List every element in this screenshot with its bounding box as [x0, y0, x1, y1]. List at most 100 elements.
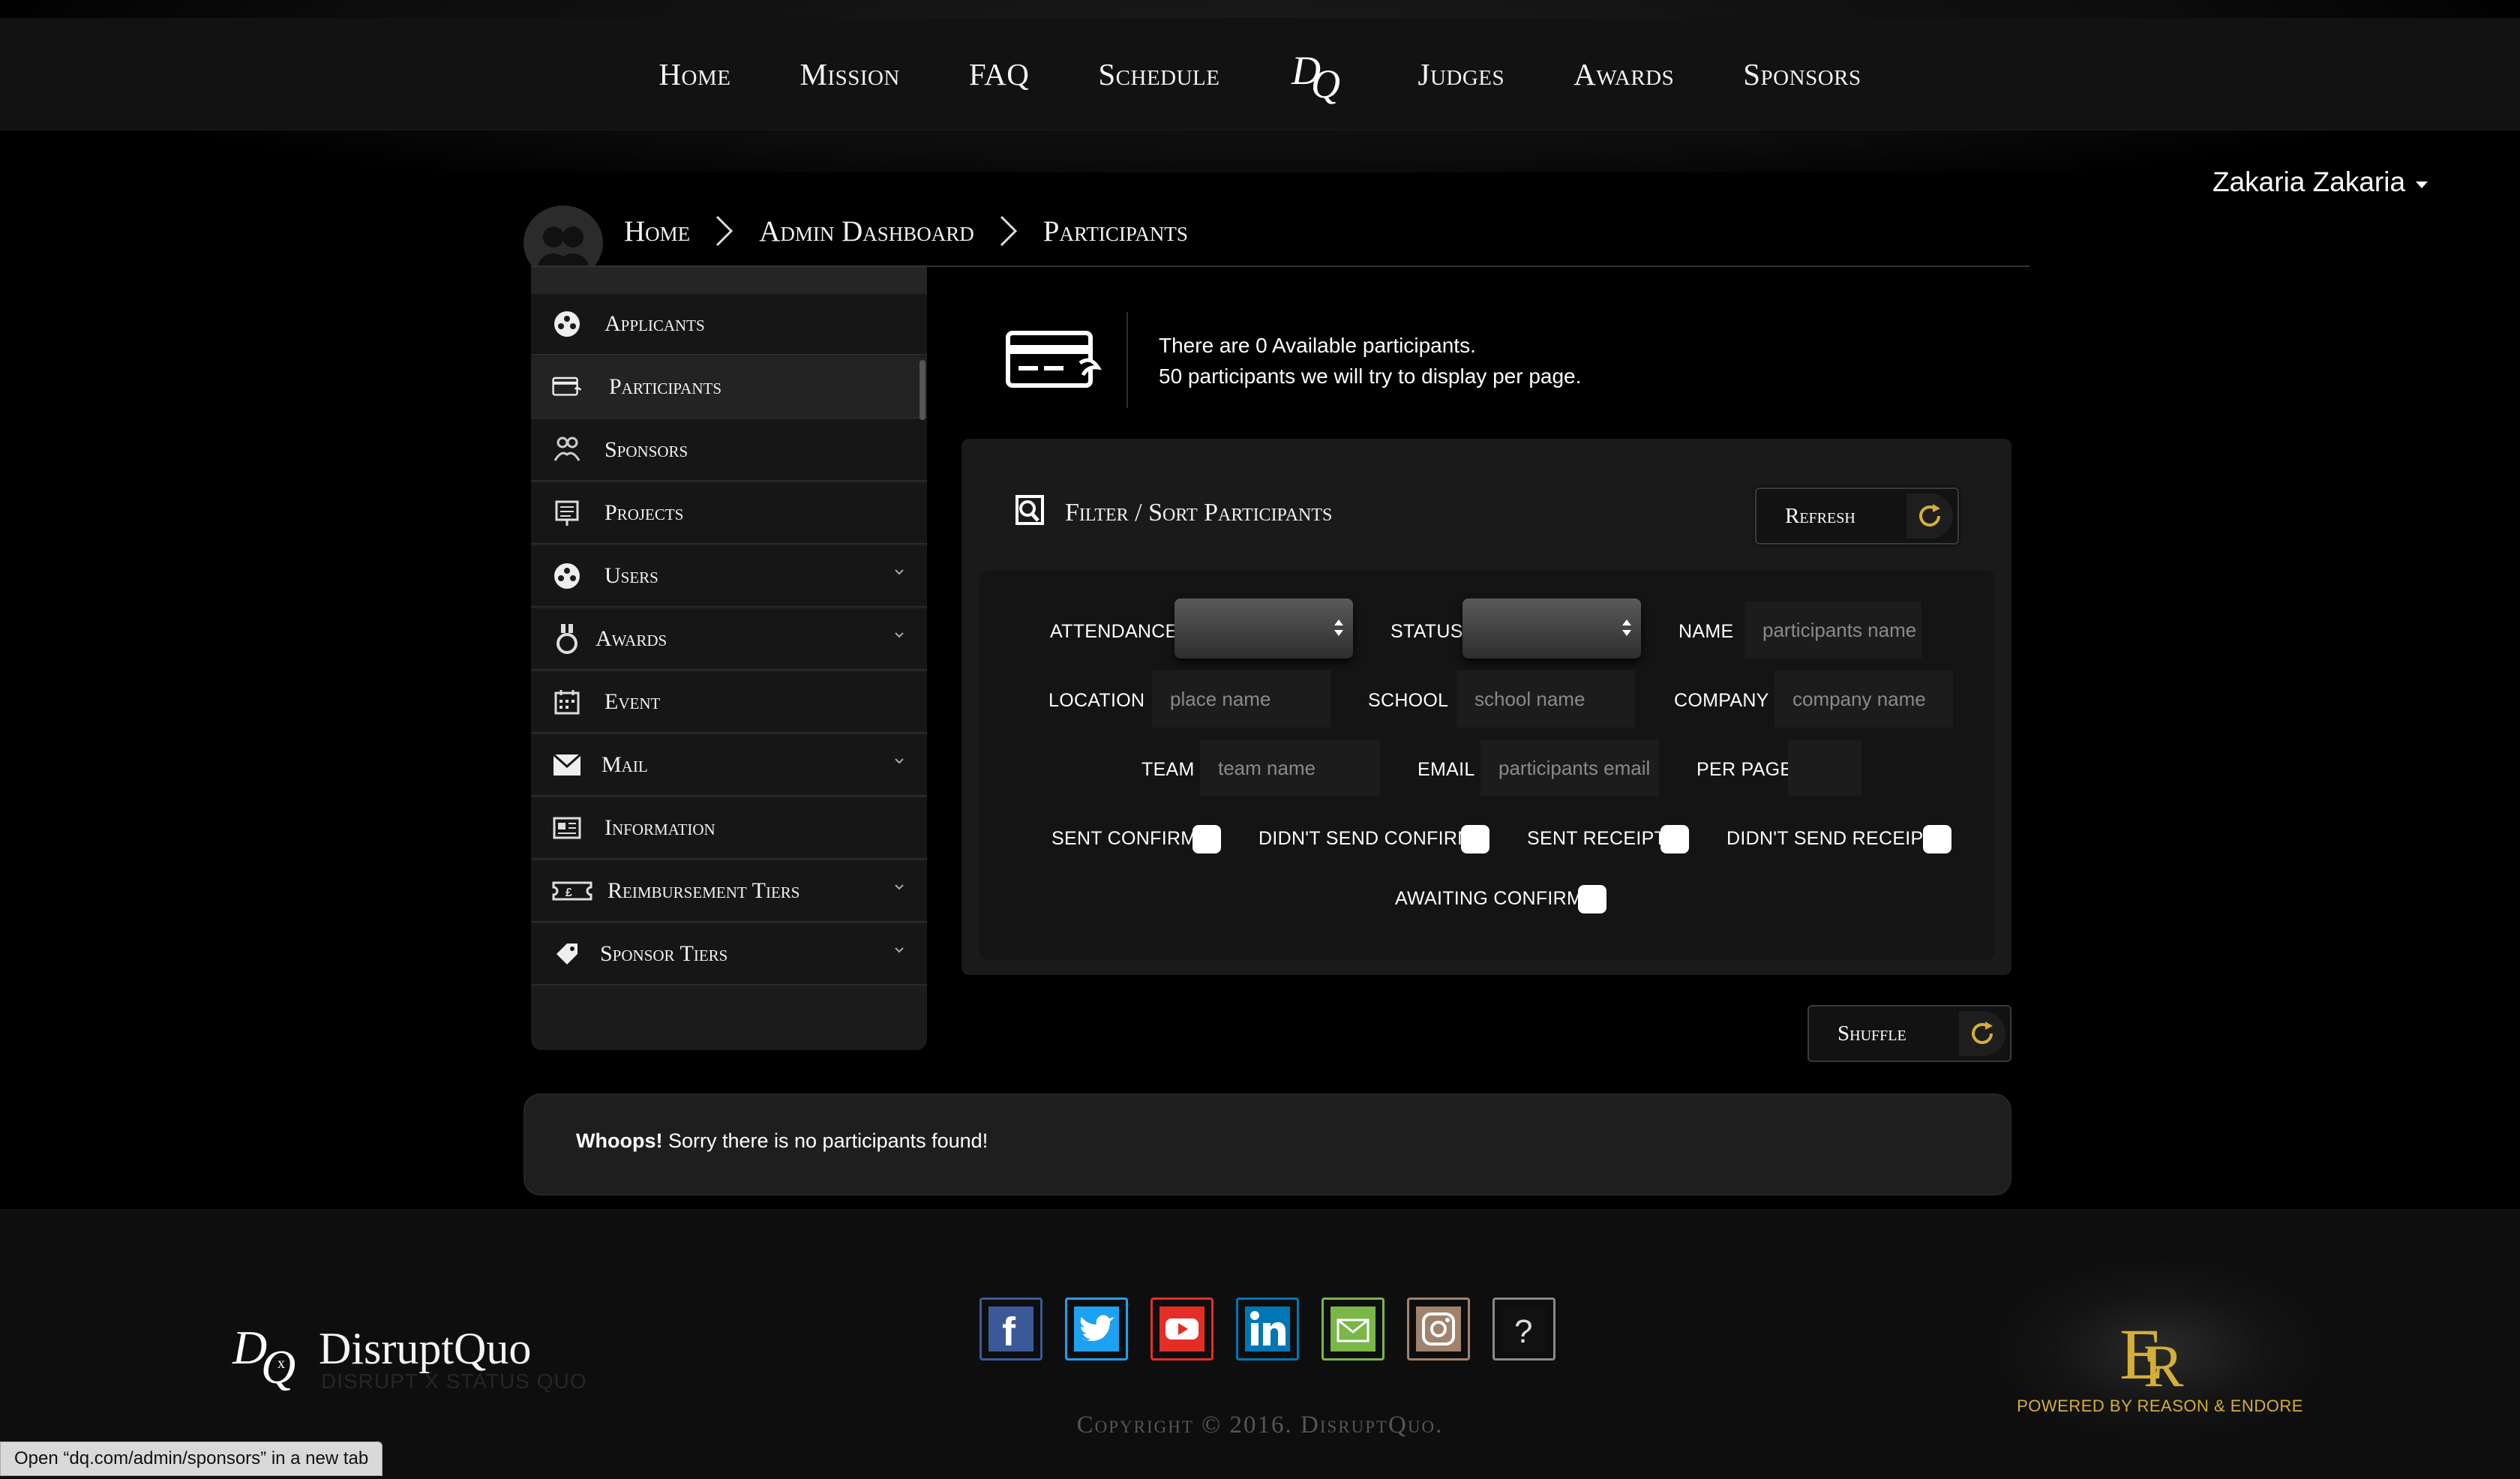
youtube-icon[interactable]: [1150, 1298, 1214, 1360]
shuffle-label: Shuffle: [1838, 1021, 1906, 1046]
breadcrumb-admin-dashboard[interactable]: Admin Dashboard: [759, 214, 974, 248]
calendar-icon: [552, 687, 582, 717]
school-input[interactable]: [1456, 670, 1635, 728]
nav-home[interactable]: Home: [658, 56, 730, 92]
sidebar-item-event[interactable]: Event: [531, 672, 927, 734]
sidebar-item-label: Information: [604, 815, 716, 840]
awaiting-confirm-checkbox[interactable]: [1578, 885, 1606, 914]
chevron-down-icon[interactable]: [894, 945, 904, 956]
chevron-down-icon[interactable]: [894, 630, 904, 640]
handshake-icon: [552, 435, 582, 465]
nav-mission[interactable]: Mission: [800, 56, 899, 92]
nav-schedule[interactable]: Schedule: [1098, 56, 1220, 92]
svg-text:Q: Q: [1311, 62, 1340, 106]
nav-divider: [0, 129, 2520, 130]
refresh-button[interactable]: Refresh: [1755, 488, 1959, 544]
sidebar-item-information[interactable]: Information: [531, 798, 927, 860]
dq-logo-icon[interactable]: D Q x: [231, 1320, 309, 1395]
sent-receipts-checkbox[interactable]: [1660, 825, 1689, 854]
er-logo-icon[interactable]: E R: [2118, 1311, 2186, 1400]
company-label: COMPANY: [1674, 690, 1769, 711]
sidebar-item-sponsor-tiers[interactable]: Sponsor Tiers: [531, 924, 927, 986]
sidebar-item-label: Applicants: [604, 311, 705, 336]
didnt-send-receipts-checkbox[interactable]: [1923, 825, 1952, 854]
select-arrows-icon: [1622, 620, 1631, 636]
info-divider: [1126, 312, 1128, 408]
sidebar-scrollbar[interactable]: [920, 360, 926, 420]
breadcrumb-home[interactable]: Home: [624, 214, 690, 248]
footer-tagline: DISRUPT X STATUS QUO: [321, 1370, 587, 1393]
refresh-icon: [1906, 494, 1953, 538]
filter-title: Filter / Sort Participants: [1065, 499, 1333, 526]
status-label: STATUS: [1390, 621, 1463, 642]
sent-receipts-label: SENT RECEIPTS: [1527, 828, 1679, 849]
sidebar-item-label: Reimbursement Tiers: [608, 878, 800, 903]
applicants-icon: [552, 309, 582, 339]
breadcrumb-participants: Participants: [1042, 214, 1188, 248]
participants-summary: There are 0 Available participants. 50 p…: [1159, 330, 1581, 392]
facebook-icon[interactable]: f: [980, 1298, 1042, 1360]
per-page-input[interactable]: [1788, 740, 1862, 796]
awaiting-confirm-label: AWAITING CONFIRM: [1395, 888, 1583, 909]
dq-logo-icon[interactable]: D Q: [1288, 40, 1348, 108]
email-input[interactable]: [1480, 740, 1659, 796]
sidebar-item-label: Projects: [604, 500, 684, 525]
credit-card-icon: [1005, 330, 1102, 390]
newspaper-icon: [552, 813, 582, 843]
chevron-right-icon: [994, 212, 1024, 250]
instagram-icon[interactable]: [1407, 1298, 1470, 1360]
sidebar-item-participants[interactable]: Participants: [531, 357, 927, 418]
attendance-label: ATTENDANCE: [1050, 621, 1178, 642]
sidebar-item-reimbursement-tiers[interactable]: £ Reimbursement Tiers: [531, 861, 927, 922]
search-document-icon: [1012, 494, 1048, 526]
nav-judges[interactable]: Judges: [1418, 56, 1504, 92]
breadcrumb: Home Admin Dashboard Participants: [624, 212, 1188, 250]
sidebar-item-projects[interactable]: Projects: [531, 483, 927, 544]
user-name: Zakaria Zakaria: [2212, 166, 2406, 197]
sidebar-item-mail[interactable]: Mail: [531, 735, 927, 796]
location-input[interactable]: [1152, 670, 1330, 728]
chevron-down-icon[interactable]: [894, 882, 904, 892]
sidebar-top-bar: [531, 267, 927, 294]
sidebar-item-label: Event: [604, 689, 661, 714]
chevron-down-icon[interactable]: [894, 567, 904, 578]
shuffle-button[interactable]: Shuffle: [1808, 1005, 2012, 1062]
name-input[interactable]: [1744, 602, 1922, 658]
medal-icon: [552, 624, 582, 654]
school-label: SCHOOL: [1368, 690, 1449, 711]
help-icon[interactable]: ?: [1492, 1298, 1556, 1360]
team-label: TEAM: [1142, 759, 1195, 780]
sidebar-item-label: Users: [604, 563, 658, 588]
users-icon: [552, 561, 582, 591]
status-select[interactable]: [1462, 598, 1641, 658]
nav-awards[interactable]: Awards: [1574, 56, 1674, 92]
svg-text:x: x: [278, 1355, 285, 1372]
ticket-icon: £: [552, 876, 592, 906]
per-page-text: 50 participants we will try to display p…: [1159, 364, 1582, 388]
twitter-icon[interactable]: [1065, 1298, 1128, 1360]
empty-state-strong: Whoops!: [576, 1130, 663, 1152]
company-input[interactable]: [1774, 670, 1953, 728]
per-page-label: PER PAGE: [1696, 759, 1793, 780]
team-input[interactable]: [1200, 740, 1380, 796]
user-menu[interactable]: Zakaria Zakaria: [2212, 166, 2428, 198]
empty-state-text: Sorry there is no participants found!: [662, 1130, 988, 1152]
sidebar-item-label: Sponsors: [604, 437, 688, 462]
didnt-send-receipts-label: DIDN'T SEND RECEIPTS: [1726, 828, 1948, 849]
mail-icon[interactable]: [1322, 1298, 1384, 1360]
sidebar-item-applicants[interactable]: Applicants: [531, 294, 927, 356]
didnt-send-confirm-checkbox[interactable]: [1461, 825, 1490, 854]
attendance-select[interactable]: [1174, 598, 1353, 658]
email-label: EMAIL: [1418, 759, 1475, 780]
linkedin-icon[interactable]: [1236, 1298, 1299, 1360]
nav-sponsors[interactable]: Sponsors: [1743, 56, 1861, 92]
nav-faq[interactable]: FAQ: [969, 56, 1029, 92]
chevron-down-icon[interactable]: [894, 756, 904, 766]
sidebar-item-sponsors[interactable]: Sponsors: [531, 420, 927, 482]
sidebar-item-awards[interactable]: Awards: [531, 609, 927, 670]
sent-confirm-label: SENT CONFIRM: [1052, 828, 1197, 849]
sidebar-item-users[interactable]: Users: [531, 546, 927, 608]
sidebar: Applicants Participants Sponsors Project…: [531, 267, 927, 1050]
sent-confirm-checkbox[interactable]: [1192, 825, 1221, 854]
refresh-icon: [1959, 1011, 2006, 1056]
